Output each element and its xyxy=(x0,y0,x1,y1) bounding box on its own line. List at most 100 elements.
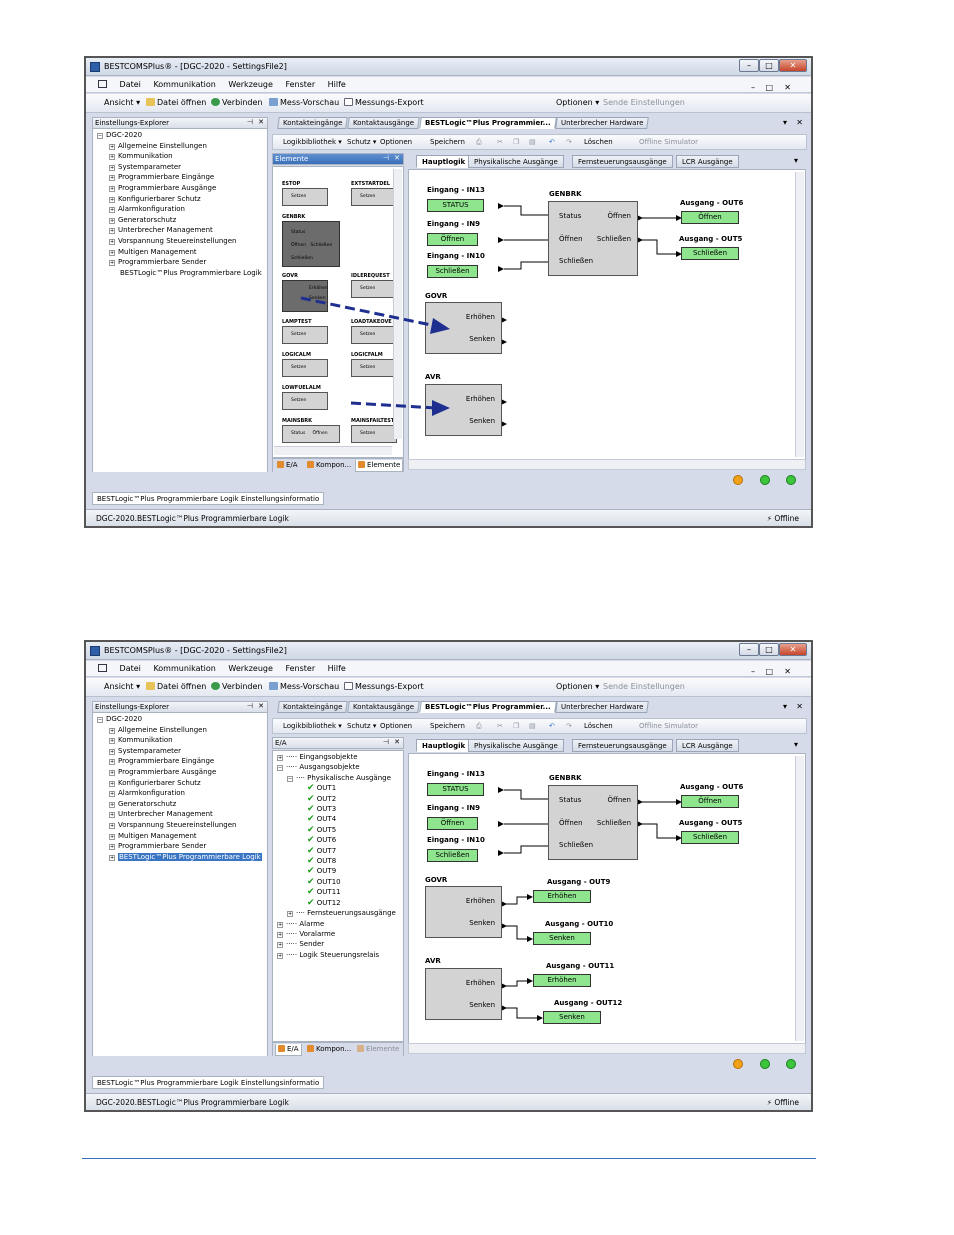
element-logicfalm[interactable]: Setzen xyxy=(351,359,397,377)
out6-block[interactable]: Öffnen xyxy=(681,795,739,808)
element-lowfuelalm[interactable]: Setzen xyxy=(282,392,328,410)
govr-block[interactable]: Erhöhen Senken xyxy=(425,886,502,938)
expand-icon[interactable]: + xyxy=(109,727,115,734)
menu-kommunikation[interactable]: Kommunikation xyxy=(153,664,215,673)
tab-close-icon[interactable]: ✕ xyxy=(796,118,803,127)
mdi-close-button[interactable]: ✕ xyxy=(784,83,791,92)
tree-item[interactable]: + Unterbrecher Management xyxy=(93,809,262,820)
tree-item[interactable]: + Alarmkonfiguration xyxy=(93,204,262,215)
out5-block[interactable]: Schließen xyxy=(681,831,739,844)
expand-icon[interactable]: + xyxy=(109,207,115,214)
redo-icon[interactable]: ↷ xyxy=(566,138,572,146)
out5-block[interactable]: Schließen xyxy=(681,247,739,260)
collapse-icon[interactable]: − xyxy=(277,765,283,772)
tree-item[interactable]: + Kommunikation xyxy=(93,735,262,746)
tab-unterbrecher-hardware[interactable]: Unterbrecher Hardware xyxy=(555,117,650,129)
expand-icon[interactable]: + xyxy=(109,238,115,245)
minimize-button[interactable]: – xyxy=(739,643,759,656)
tab-bestlogic[interactable]: BESTLogic™Plus Programmier... xyxy=(419,117,557,129)
expand-icon[interactable]: + xyxy=(109,196,115,203)
diagram-vscrollbar[interactable] xyxy=(795,756,804,1041)
tree-item[interactable]: + Vorspannung Steuereinstellungen xyxy=(93,236,262,247)
expand-icon[interactable]: + xyxy=(277,942,283,949)
tab-ea[interactable]: E/A xyxy=(275,460,300,472)
expand-icon[interactable]: + xyxy=(109,812,115,819)
logikbibliothek-dropdown[interactable]: Logikbibliothek ▾ xyxy=(283,138,342,146)
out11-block[interactable]: Erhöhen xyxy=(533,974,591,987)
expand-icon[interactable]: + xyxy=(109,260,115,267)
expand-icon[interactable]: + xyxy=(109,748,115,755)
expand-icon[interactable]: + xyxy=(277,755,283,761)
expand-icon[interactable]: + xyxy=(109,844,115,851)
datei-oeffnen-button[interactable]: Datei öffnen xyxy=(146,682,206,691)
optionen-dropdown[interactable]: Optionen ▾ xyxy=(556,98,599,107)
info-tab[interactable]: BESTLogic™Plus Programmierbare Logik Ein… xyxy=(92,1076,324,1089)
copy-icon[interactable]: ❐ xyxy=(513,722,519,730)
tree-item[interactable]: + Allgemeine Einstellungen xyxy=(93,725,262,736)
optionen-button[interactable]: Optionen xyxy=(380,138,412,146)
tree-item[interactable]: + Programmierbare Eingänge xyxy=(93,756,262,767)
redo-icon[interactable]: ↷ xyxy=(566,722,572,730)
verbinden-button[interactable]: Verbinden xyxy=(211,682,263,691)
expand-icon[interactable]: + xyxy=(109,780,115,787)
in9-block[interactable]: Öffnen xyxy=(427,233,478,246)
tree-item-selected[interactable]: + BESTLogic™Plus Programmierbare Logik xyxy=(93,852,262,863)
tab-elemente[interactable]: Elemente xyxy=(355,1044,401,1056)
expand-icon[interactable]: + xyxy=(109,791,115,798)
sende-einstellungen-button[interactable]: Sende Einstellungen xyxy=(603,682,685,691)
mdi-restore-button[interactable]: □ xyxy=(765,83,773,92)
io-out6[interactable]: ✔ OUT6 xyxy=(277,835,396,845)
in9-block[interactable]: Öffnen xyxy=(427,817,478,830)
loeschen-button[interactable]: Löschen xyxy=(584,138,613,146)
expand-icon[interactable]: + xyxy=(109,249,115,256)
schutz-dropdown[interactable]: Schutz ▾ xyxy=(347,138,376,146)
ansicht-dropdown[interactable]: Ansicht ▾ xyxy=(104,98,140,107)
undo-icon[interactable]: ↶ xyxy=(549,138,555,146)
out12-block[interactable]: Senken xyxy=(543,1011,601,1024)
element-loadtakeover[interactable]: Setzen xyxy=(351,326,397,344)
in13-block[interactable]: STATUS xyxy=(427,783,484,796)
expand-icon[interactable]: + xyxy=(109,822,115,829)
paste-icon[interactable]: ▤ xyxy=(529,722,536,730)
menu-hilfe[interactable]: Hilfe xyxy=(328,664,346,673)
close-icon[interactable]: ✕ xyxy=(258,702,264,710)
elements-vscrollbar[interactable] xyxy=(393,169,402,439)
minimize-button[interactable]: – xyxy=(739,59,759,72)
tab-close-icon[interactable]: ✕ xyxy=(796,702,803,711)
io-fernsteuerung[interactable]: + ···· Fernsteuerungsausgänge xyxy=(277,908,396,918)
element-extstartdel[interactable]: Setzen xyxy=(351,188,397,206)
collapse-icon[interactable]: − xyxy=(287,775,293,782)
tab-list-icon[interactable]: ▾ xyxy=(783,702,787,711)
element-mainsfailtest[interactable]: Setzen xyxy=(351,425,397,443)
tab-kontaktausgaenge[interactable]: Kontaktausgänge xyxy=(347,117,420,129)
tree-item[interactable]: + Konfigurierbarer Schutz xyxy=(93,194,262,205)
pin-icon[interactable]: ⊣ xyxy=(247,118,253,126)
menu-werkzeuge[interactable]: Werkzeuge xyxy=(228,664,272,673)
expand-icon[interactable]: + xyxy=(277,931,283,938)
tab-ea[interactable]: E/A xyxy=(275,1044,302,1056)
menu-kommunikation[interactable]: Kommunikation xyxy=(153,80,215,89)
diagram-hscrollbar[interactable] xyxy=(408,1043,806,1054)
close-button[interactable]: ✕ xyxy=(779,643,807,656)
expand-icon[interactable]: + xyxy=(109,833,115,840)
pin-icon[interactable]: ⊣ xyxy=(247,702,253,710)
tree-item[interactable]: + Multigen Management xyxy=(93,247,262,258)
io-out8[interactable]: ✔ OUT8 xyxy=(277,856,396,866)
tree-item[interactable]: + Programmierbare Sender xyxy=(93,841,262,852)
tab-elemente[interactable]: Elemente xyxy=(355,460,404,472)
in13-block[interactable]: STATUS xyxy=(427,199,484,212)
expand-icon[interactable]: + xyxy=(277,921,283,928)
tree-item[interactable]: + Konfigurierbarer Schutz xyxy=(93,778,262,789)
loeschen-button[interactable]: Löschen xyxy=(584,722,613,730)
cut-icon[interactable]: ✂ xyxy=(497,138,503,146)
ansicht-dropdown[interactable]: Ansicht ▾ xyxy=(104,682,140,691)
io-voralarme[interactable]: + ····· Voralarme xyxy=(277,929,396,939)
out9-block[interactable]: Erhöhen xyxy=(533,890,591,903)
io-out5[interactable]: ✔ OUT5 xyxy=(277,825,396,835)
tree-item[interactable]: + Programmierbare Sender xyxy=(93,257,262,268)
pin-icon[interactable]: ⊣ xyxy=(383,154,389,162)
menu-fenster[interactable]: Fenster xyxy=(285,664,315,673)
tab-hauptlogik[interactable]: Hauptlogik xyxy=(416,155,472,168)
element-genbrk[interactable]: Status Öffnen Schließen Schließen xyxy=(282,221,340,267)
expand-icon[interactable]: + xyxy=(277,952,283,959)
